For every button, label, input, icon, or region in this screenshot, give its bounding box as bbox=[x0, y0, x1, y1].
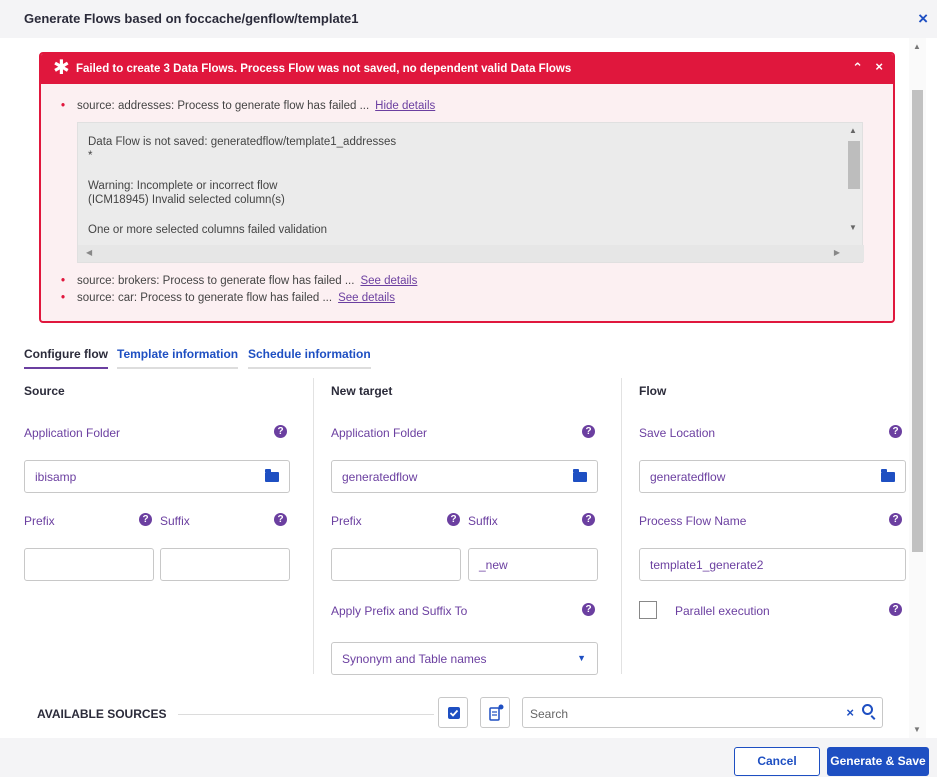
source-folder-label: Application Folder bbox=[24, 426, 121, 440]
folder-icon[interactable] bbox=[881, 469, 895, 482]
scrollbar-thumb[interactable] bbox=[848, 141, 860, 189]
error-item: • source: addresses: Process to generate … bbox=[61, 100, 435, 112]
source-prefix-input[interactable] bbox=[24, 548, 154, 581]
see-details-link[interactable]: See details bbox=[360, 275, 417, 287]
dialog-titlebar: Generate Flows based on foccache/genflow… bbox=[0, 0, 937, 38]
apply-to-dropdown[interactable]: Synonym and Table names ▼ bbox=[331, 642, 598, 675]
dialog-title: Generate Flows based on foccache/genflow… bbox=[24, 11, 359, 26]
cancel-button[interactable]: Cancel bbox=[734, 747, 820, 776]
alert-close-icon[interactable]: × bbox=[875, 59, 883, 74]
search-placeholder: Search bbox=[530, 707, 569, 721]
clear-search-icon[interactable]: × bbox=[846, 705, 854, 720]
alert-header: ✱ Failed to create 3 Data Flows. Process… bbox=[41, 54, 893, 84]
checkbox-checked-icon bbox=[448, 707, 460, 719]
scroll-down-arrow-icon[interactable]: ▼ bbox=[913, 725, 921, 734]
tab-template-information[interactable]: Template information bbox=[117, 347, 239, 369]
source-folder-field[interactable]: ibisamp bbox=[24, 460, 290, 493]
source-suffix-label: Suffix bbox=[160, 514, 190, 528]
help-icon[interactable]: ? bbox=[274, 513, 287, 526]
source-folder-value: ibisamp bbox=[35, 470, 77, 484]
select-all-button[interactable] bbox=[438, 697, 468, 728]
error-alert: ✱ Failed to create 3 Data Flows. Process… bbox=[39, 52, 895, 323]
scroll-right-arrow-icon[interactable]: ▶ bbox=[834, 248, 840, 257]
error-item: • source: brokers: Process to generate fl… bbox=[61, 275, 417, 287]
generate-save-button[interactable]: Generate & Save bbox=[827, 747, 929, 776]
save-location-label: Save Location bbox=[639, 426, 716, 440]
apply-prefix-suffix-label: Apply Prefix and Suffix To bbox=[331, 604, 468, 618]
caret-down-icon[interactable]: ▼ bbox=[577, 653, 586, 663]
error-item-text: source: car: Process to generate flow ha… bbox=[77, 292, 333, 304]
scroll-down-arrow-icon[interactable]: ▼ bbox=[849, 223, 857, 232]
details-line: * bbox=[88, 150, 93, 162]
scroll-up-arrow-icon[interactable]: ▲ bbox=[913, 42, 921, 51]
search-icon[interactable] bbox=[862, 704, 873, 715]
error-item-text: source: addresses: Process to generate f… bbox=[77, 100, 370, 112]
column-settings-button[interactable] bbox=[480, 697, 510, 728]
details-line: (ICM18945) Invalid selected column(s) bbox=[88, 194, 285, 206]
search-input[interactable]: Search × bbox=[522, 697, 883, 728]
tab-configure-flow[interactable]: Configure flow bbox=[24, 347, 108, 369]
source-prefix-label: Prefix bbox=[24, 514, 55, 528]
target-prefix-label: Prefix bbox=[331, 514, 362, 528]
scroll-left-arrow-icon[interactable]: ◀ bbox=[86, 248, 92, 257]
dialog-scrollbar[interactable]: ▲ ▼ bbox=[909, 38, 926, 738]
column-divider bbox=[621, 378, 622, 674]
folder-icon[interactable] bbox=[265, 469, 279, 482]
details-line: Warning: Incomplete or incorrect flow bbox=[88, 180, 278, 192]
source-suffix-input[interactable] bbox=[160, 548, 290, 581]
help-icon[interactable]: ? bbox=[889, 425, 902, 438]
save-location-value: generatedflow bbox=[650, 470, 726, 484]
target-folder-field[interactable]: generatedflow bbox=[331, 460, 598, 493]
error-bullet: • bbox=[61, 100, 66, 112]
error-item: • source: car: Process to generate flow h… bbox=[61, 292, 395, 304]
help-icon[interactable]: ? bbox=[274, 425, 287, 438]
hide-details-link[interactable]: Hide details bbox=[375, 100, 435, 112]
parallel-execution-label: Parallel execution bbox=[675, 604, 770, 618]
process-flow-name-label: Process Flow Name bbox=[639, 514, 747, 528]
flow-title: Flow bbox=[639, 384, 667, 398]
apply-to-value: Synonym and Table names bbox=[342, 652, 487, 666]
scrollbar-thumb[interactable] bbox=[912, 90, 923, 552]
source-title: Source bbox=[24, 384, 65, 398]
process-flow-name-input[interactable]: template1_generate2 bbox=[639, 548, 906, 581]
alert-message: Failed to create 3 Data Flows. Process F… bbox=[76, 63, 572, 75]
details-vertical-scrollbar[interactable]: ▲ ▼ bbox=[845, 123, 862, 247]
help-icon[interactable]: ? bbox=[889, 603, 902, 616]
help-icon[interactable]: ? bbox=[582, 513, 595, 526]
error-details-panel: Data Flow is not saved: generatedflow/te… bbox=[77, 122, 864, 263]
target-suffix-input[interactable]: _new bbox=[468, 548, 598, 581]
error-details-text: Data Flow is not saved: generatedflow/te… bbox=[88, 135, 396, 237]
target-folder-value: generatedflow bbox=[342, 470, 418, 484]
list-settings-icon bbox=[489, 704, 504, 721]
see-details-link[interactable]: See details bbox=[338, 292, 395, 304]
target-title: New target bbox=[331, 384, 393, 398]
parallel-execution-checkbox[interactable] bbox=[639, 601, 657, 619]
help-icon[interactable]: ? bbox=[139, 513, 152, 526]
section-divider bbox=[178, 714, 434, 715]
chevron-up-icon[interactable]: ⌃ bbox=[852, 60, 863, 76]
help-icon[interactable]: ? bbox=[582, 603, 595, 616]
target-suffix-label: Suffix bbox=[468, 514, 498, 528]
details-line: One or more selected columns failed vali… bbox=[88, 224, 328, 236]
tab-schedule-information[interactable]: Schedule information bbox=[248, 347, 371, 369]
help-icon[interactable]: ? bbox=[582, 425, 595, 438]
help-icon[interactable]: ? bbox=[889, 513, 902, 526]
target-prefix-input[interactable] bbox=[331, 548, 461, 581]
error-bullet: • bbox=[61, 275, 66, 287]
save-location-field[interactable]: generatedflow bbox=[639, 460, 906, 493]
column-divider bbox=[313, 378, 314, 674]
details-horizontal-scrollbar[interactable]: ◀ ▶ bbox=[78, 245, 864, 262]
help-icon[interactable]: ? bbox=[447, 513, 460, 526]
close-icon[interactable]: × bbox=[918, 9, 928, 29]
error-item-text: source: brokers: Process to generate flo… bbox=[77, 275, 355, 287]
scroll-up-arrow-icon[interactable]: ▲ bbox=[849, 126, 857, 135]
target-folder-label: Application Folder bbox=[331, 426, 428, 440]
folder-icon[interactable] bbox=[573, 469, 587, 482]
error-bullet: • bbox=[61, 292, 66, 304]
available-sources-title: AVAILABLE SOURCES bbox=[37, 707, 167, 721]
asterisk-icon: ✱ bbox=[53, 57, 70, 79]
details-line: Data Flow is not saved: generatedflow/te… bbox=[88, 136, 397, 148]
